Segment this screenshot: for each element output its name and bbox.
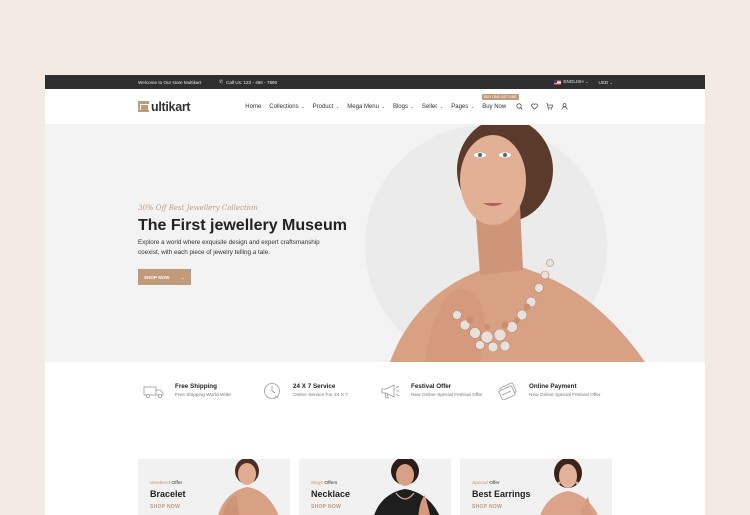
services-row: Free Shipping Free Shipping World Wide 2…: [45, 382, 705, 418]
hero-shop-now-button[interactable]: SHOP NOW →: [138, 269, 191, 285]
banner-title: Best Earrings: [472, 489, 531, 499]
nav-item-buy-now[interactable]: BUY ONE GET ONE Buy Now: [482, 93, 519, 110]
banner-earrings[interactable]: Special Offer Best Earrings SHOP NOW: [460, 459, 612, 515]
chevron-down-icon: ⌄: [469, 103, 475, 109]
card-icon: [498, 382, 517, 400]
currency-selector[interactable]: USD ⌄: [598, 80, 613, 85]
banner-title: Necklace: [311, 489, 351, 499]
svg-text:24: 24: [274, 394, 279, 399]
chevron-down-icon: ⌄: [585, 79, 589, 85]
clock-24-icon: 24: [264, 383, 280, 399]
main-nav: Home Collections ⌄ Product ⌄ Mega Menu ⌄…: [245, 93, 519, 110]
banner-model-image: [218, 459, 279, 515]
hero-subtitle: 30% Off Best Jewellery Collection: [138, 204, 258, 212]
chevron-down-icon: ⌄: [300, 103, 305, 109]
collection-banners: Weekend Offer Bracelet SHOP NOW Mega Off…: [138, 459, 612, 515]
page-frame: Welcome to Our store Multikart ✆ Call Us…: [45, 75, 705, 515]
phone-text: Call Us: 123 - 456 - 7890: [226, 79, 278, 85]
header-icons: [516, 103, 568, 110]
service-subtitle: New Online Special Festival Offer: [411, 393, 483, 398]
service-subtitle: Free Shipping World Wide: [175, 393, 231, 398]
banner-tag: Mega: [311, 481, 323, 486]
service-subtitle: Online Service For 24 X 7: [293, 393, 348, 398]
buy-badge: BUY ONE GET ONE: [482, 93, 519, 100]
cart-icon[interactable]: [546, 103, 554, 110]
welcome-text: Welcome to Our store Multikart: [138, 79, 202, 85]
service-item: 24 24 X 7 Service Online Service For 24 …: [261, 382, 379, 418]
top-bar: Welcome to Our store Multikart ✆ Call Us…: [45, 75, 705, 89]
banner-model-image: [540, 459, 598, 515]
nav-item-product[interactable]: Product ⌄: [313, 104, 340, 110]
chevron-down-icon: ⌄: [409, 103, 414, 109]
nav-item-seller[interactable]: Seller ⌄: [422, 104, 443, 110]
service-title: Festival Offer: [411, 383, 452, 390]
banner-title: Bracelet: [150, 489, 186, 499]
truck-icon: [143, 386, 164, 398]
heart-icon[interactable]: [531, 103, 539, 110]
banner-shop-now-link[interactable]: SHOP NOW: [472, 504, 502, 510]
service-subtitle: New Online Special Festival Offer: [529, 393, 601, 398]
logo-mark-icon: [138, 101, 149, 112]
phone-icon: ✆: [219, 79, 224, 84]
service-item: Online Payment New Online Special Festiv…: [497, 382, 615, 418]
flag-icon: [554, 80, 562, 85]
search-icon[interactable]: [516, 103, 523, 110]
banner-tag: Special: [472, 481, 488, 486]
phone-info: ✆ Call Us: 123 - 456 - 7890: [219, 79, 277, 85]
hero-description: Explore a world where exquisite design a…: [138, 239, 320, 256]
logo-text: ultikart: [151, 99, 191, 114]
banner-bracelet[interactable]: Weekend Offer Bracelet SHOP NOW: [138, 459, 290, 515]
service-item: Festival Offer New Online Special Festiv…: [379, 382, 497, 418]
nav-item-blogs[interactable]: Blogs ⌄: [393, 104, 414, 110]
service-title: Online Payment: [529, 383, 577, 390]
banner-shop-now-link[interactable]: SHOP NOW: [150, 504, 180, 510]
banner-shop-now-link[interactable]: SHOP NOW: [311, 504, 341, 510]
language-selector[interactable]: ENGLISH ⌄: [554, 79, 589, 85]
chevron-down-icon: ⌄: [334, 103, 340, 109]
banner-tag: Weekend: [150, 481, 171, 486]
hero-banner: 30% Off Best Jewellery Collection The Fi…: [45, 125, 705, 362]
arrow-right-icon: →: [180, 274, 185, 280]
chevron-down-icon: ⌄: [438, 103, 444, 109]
logo[interactable]: ultikart: [138, 99, 191, 114]
banner-model-image: [374, 459, 440, 515]
chevron-down-icon: ⌄: [380, 103, 385, 109]
service-item: Free Shipping Free Shipping World Wide: [143, 382, 261, 418]
service-title: Free Shipping: [175, 383, 217, 390]
nav-item-home[interactable]: Home: [245, 104, 261, 110]
service-title: 24 X 7 Service: [293, 383, 336, 390]
hero-model-image: [390, 125, 645, 362]
nav-item-mega-menu[interactable]: Mega Menu ⌄: [347, 104, 385, 110]
nav-item-collections[interactable]: Collections ⌄: [269, 104, 304, 110]
chevron-down-icon: ⌄: [609, 79, 613, 85]
hero-title: The First jewellery Museum: [138, 217, 347, 234]
main-header: ultikart Home Collections ⌄ Product ⌄ Me…: [45, 89, 705, 125]
user-icon[interactable]: [561, 103, 568, 110]
banner-necklace[interactable]: Mega Offers Necklace SHOP NOW: [299, 459, 451, 515]
megaphone-icon: [381, 384, 400, 399]
nav-item-pages[interactable]: Pages ⌄: [451, 104, 474, 110]
